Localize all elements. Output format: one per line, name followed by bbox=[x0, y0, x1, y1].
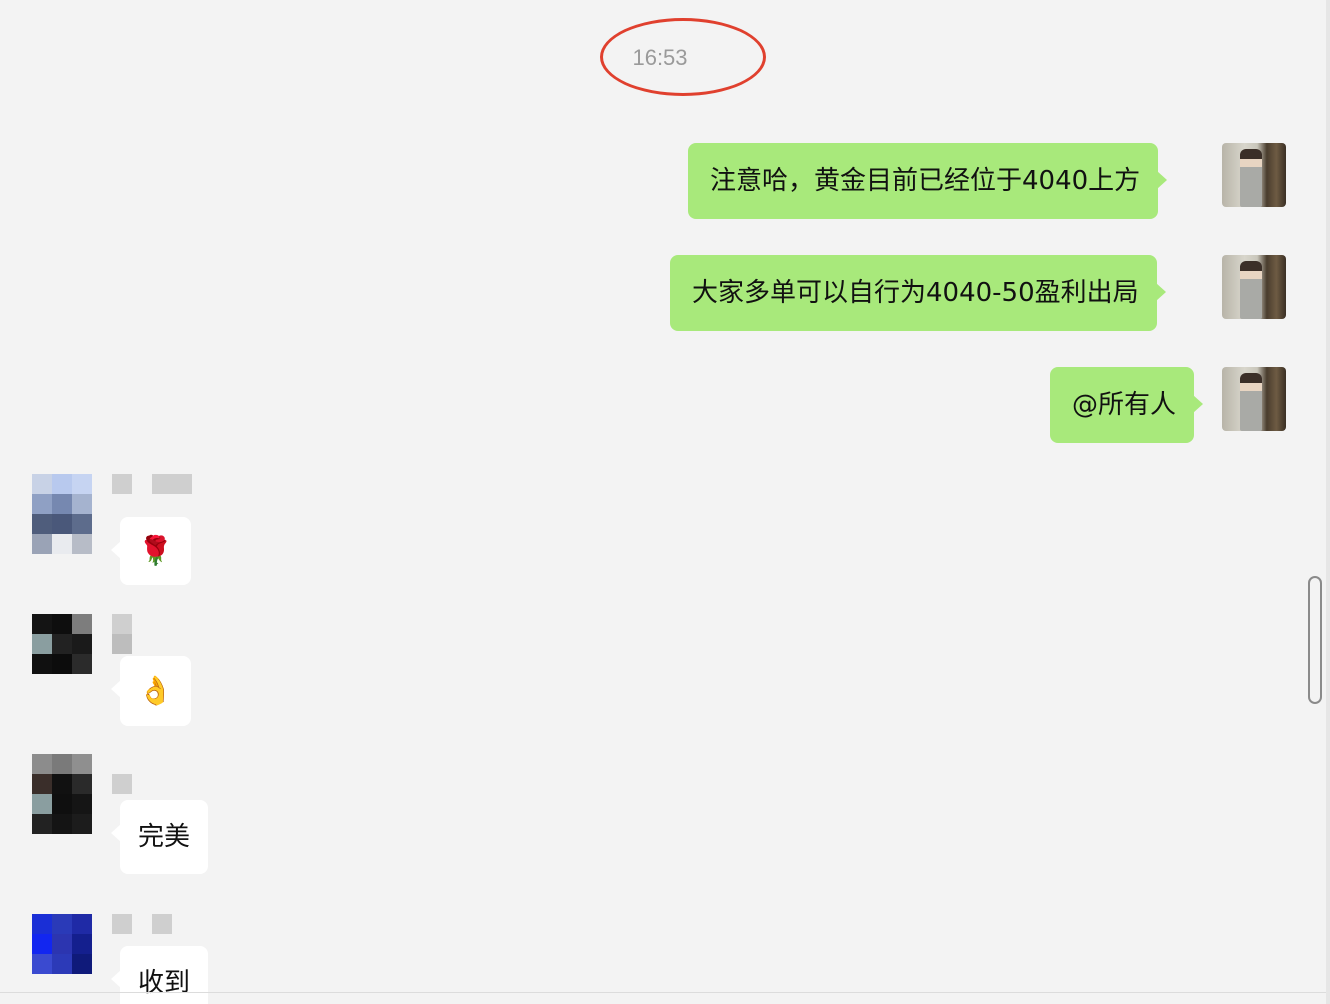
message-text: @所有人 bbox=[1072, 390, 1177, 420]
incoming-message-bubble[interactable]: 完美 bbox=[110, 800, 209, 874]
message-text: 注意哈，黄金目前已经位于4040上方 bbox=[710, 166, 1141, 196]
message-timestamp: 16:53 bbox=[632, 45, 688, 70]
incoming-message-bubble[interactable]: 👌 bbox=[111, 656, 191, 726]
message-text: 完美 bbox=[138, 822, 191, 852]
divider bbox=[0, 992, 1326, 993]
member-avatar-pixelated[interactable] bbox=[32, 614, 92, 694]
member-avatar-pixelated[interactable] bbox=[32, 914, 92, 994]
outgoing-message-bubble[interactable]: 大家多单可以自行为4040-50盈利出局 bbox=[670, 255, 1166, 331]
member-avatar-pixelated[interactable] bbox=[32, 754, 92, 834]
self-avatar[interactable] bbox=[1222, 255, 1286, 319]
ok-hand-emoji-icon: 👌 bbox=[138, 674, 173, 707]
avatar-figure-icon bbox=[1240, 373, 1262, 431]
outgoing-message-bubble[interactable]: 注意哈，黄金目前已经位于4040上方 bbox=[688, 143, 1168, 219]
chat-message-area[interactable]: 16:53 注意哈，黄金目前已经位于4040上方 大家多单可以自行为4040-5… bbox=[0, 0, 1326, 1004]
message-text: 大家多单可以自行为4040-50盈利出局 bbox=[692, 278, 1139, 308]
self-avatar[interactable] bbox=[1222, 367, 1286, 431]
scrollbar-thumb[interactable] bbox=[1308, 576, 1322, 704]
rose-emoji-icon: 🌹 bbox=[138, 534, 173, 567]
self-avatar[interactable] bbox=[1222, 143, 1286, 207]
outgoing-message-bubble[interactable]: @所有人 bbox=[1050, 367, 1204, 443]
message-text: 收到 bbox=[138, 968, 191, 998]
avatar-figure-icon bbox=[1240, 149, 1262, 207]
incoming-message-bubble[interactable]: 收到 bbox=[110, 946, 209, 1004]
avatar-figure-icon bbox=[1240, 261, 1262, 319]
window-edge bbox=[1326, 0, 1330, 1004]
incoming-message-bubble[interactable]: 🌹 bbox=[111, 517, 191, 585]
member-avatar-pixelated[interactable] bbox=[32, 474, 92, 554]
